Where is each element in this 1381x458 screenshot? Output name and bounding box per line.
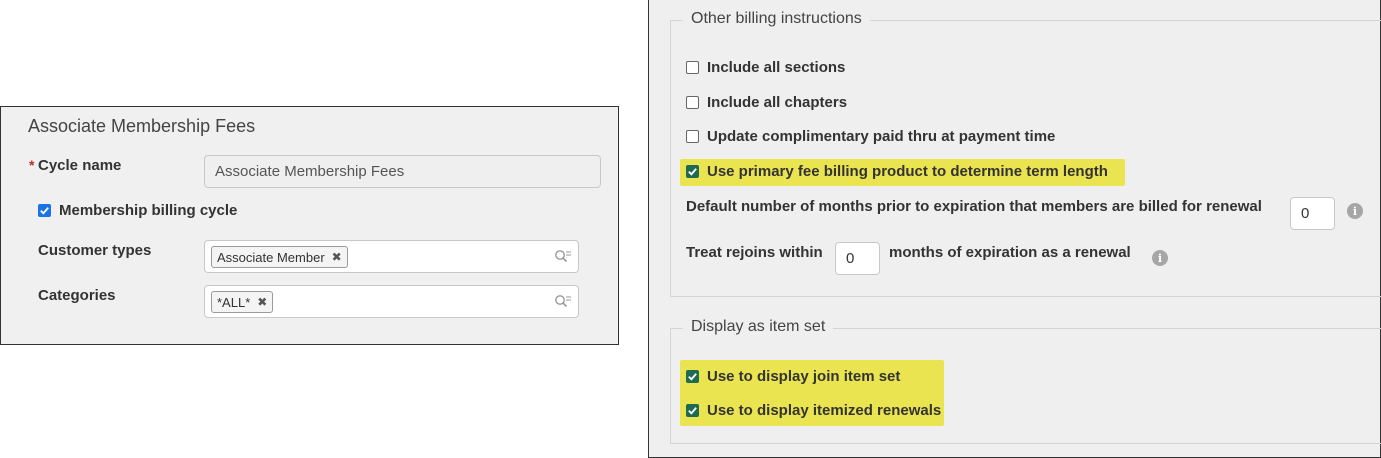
include-all-chapters-checkbox[interactable] <box>686 96 699 109</box>
rejoin-prefix-label: Treat rejoins within <box>686 244 823 261</box>
checkmark-icon <box>688 168 697 176</box>
required-indicator: * <box>29 157 35 173</box>
default-months-label: Default number of months prior to expira… <box>686 198 1262 215</box>
info-icon[interactable]: i <box>1347 203 1363 219</box>
update-complimentary-label: Update complimentary paid thru at paymen… <box>707 128 1056 145</box>
customer-types-input[interactable]: Associate Member ✖ <box>204 240 579 273</box>
close-icon[interactable]: ✖ <box>332 250 342 264</box>
tag-label: Associate Member <box>217 249 325 265</box>
billing-instructions-legend: Other billing instructions <box>683 10 870 28</box>
rejoin-months-input[interactable]: 0 <box>835 242 880 275</box>
display-item-set-legend: Display as item set <box>683 318 834 336</box>
panel-title: Associate Membership Fees <box>28 116 256 136</box>
membership-billing-cycle-label: Membership billing cycle <box>59 202 238 219</box>
membership-billing-cycle-checkbox[interactable] <box>38 204 51 217</box>
display-join-item-set-label: Use to display join item set <box>707 368 901 385</box>
include-all-sections-label: Include all sections <box>707 59 846 76</box>
cycle-name-input[interactable]: Associate Membership Fees <box>204 155 601 188</box>
customer-type-tag: Associate Member ✖ <box>211 246 348 268</box>
categories-label: Categories <box>38 287 116 304</box>
primary-fee-term-length-checkbox[interactable] <box>686 165 699 178</box>
default-months-input[interactable]: 0 <box>1290 197 1335 230</box>
display-join-item-set-checkbox[interactable] <box>686 370 699 383</box>
checkmark-icon <box>688 373 697 381</box>
customer-types-label: Customer types <box>38 242 152 259</box>
include-all-sections-checkbox[interactable] <box>686 61 699 74</box>
tag-label: *ALL* <box>217 294 251 310</box>
display-itemized-renewals-label: Use to display itemized renewals <box>707 402 942 419</box>
include-all-chapters-label: Include all chapters <box>707 94 848 111</box>
checkmark-icon <box>688 407 697 415</box>
checkmark-icon <box>40 207 49 215</box>
primary-fee-term-length-label: Use primary fee billing product to deter… <box>707 163 1108 180</box>
categories-input[interactable]: *ALL* ✖ <box>204 285 579 318</box>
close-icon[interactable]: ✖ <box>257 295 267 309</box>
search-lookup-icon[interactable] <box>554 249 572 265</box>
display-itemized-renewals-checkbox[interactable] <box>686 404 699 417</box>
search-lookup-icon[interactable] <box>554 294 572 310</box>
cycle-name-label: Cycle name <box>38 157 122 174</box>
category-tag: *ALL* ✖ <box>211 291 274 313</box>
rejoin-suffix-label: months of expiration as a renewal <box>889 244 1131 261</box>
update-complimentary-checkbox[interactable] <box>686 130 699 143</box>
info-icon[interactable]: i <box>1152 250 1168 266</box>
